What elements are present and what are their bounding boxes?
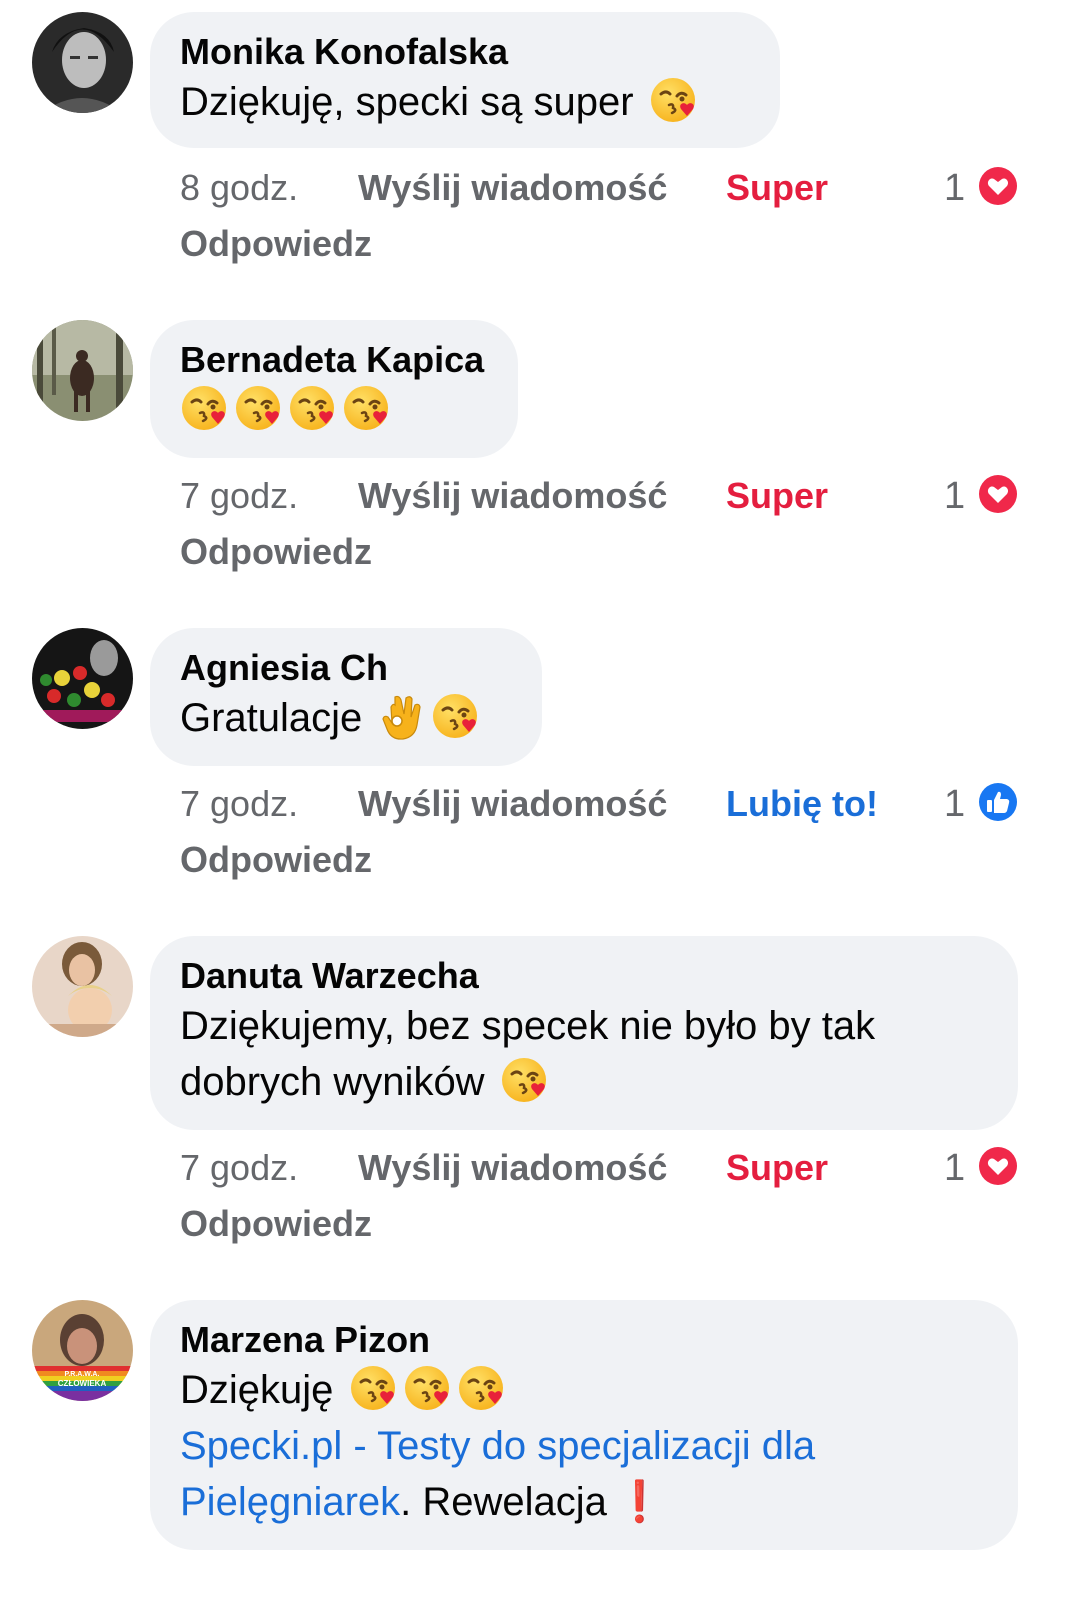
reaction-count[interactable]: 1	[944, 782, 965, 826]
comment-body: Dziękuję	[180, 1368, 334, 1412]
kissing-heart-emoji-icon	[342, 383, 392, 433]
comment-text: Gratulacje	[180, 690, 512, 746]
reaction-count[interactable]: 1	[944, 166, 965, 210]
comment-text: Dziękuję Specki.pl - Testy do specjaliza…	[180, 1362, 988, 1530]
author-name[interactable]: Monika Konofalska	[180, 30, 750, 74]
comment-body-line-1-wrap: Dziękuję	[180, 1362, 988, 1418]
comment-text: Dziękuję, specki są super	[180, 74, 750, 130]
timestamp[interactable]: 8 godz.	[180, 166, 298, 210]
reply-button[interactable]: Odpowiedz	[180, 838, 372, 882]
comment-body-line-2: dobrych wyników	[180, 1060, 485, 1104]
timestamp[interactable]: 7 godz.	[180, 1146, 298, 1190]
send-message-button[interactable]: Wyślij wiadomość	[358, 782, 667, 826]
comment-bubble: Agniesia Ch Gratulacje	[150, 628, 542, 766]
reaction-count[interactable]: 1	[944, 474, 965, 518]
avatar[interactable]	[32, 320, 133, 421]
comment-text	[176, 382, 488, 438]
reply-button[interactable]: Odpowiedz	[180, 530, 372, 574]
reply-button[interactable]: Odpowiedz	[180, 222, 372, 266]
heart-icon[interactable]	[976, 164, 1020, 208]
comment-bubble: Marzena Pizon Dziękuję Specki.pl - Testy…	[150, 1300, 1018, 1550]
timestamp[interactable]: 7 godz.	[180, 474, 298, 518]
kissing-heart-emoji-icon	[349, 1363, 399, 1413]
comment-body: Gratulacje	[180, 696, 363, 740]
reaction-button[interactable]: Lubię to!	[726, 782, 878, 826]
kissing-heart-emoji-icon	[431, 691, 481, 741]
like-icon[interactable]	[976, 780, 1020, 824]
send-message-button[interactable]: Wyślij wiadomość	[358, 166, 667, 210]
heart-icon[interactable]	[976, 1144, 1020, 1188]
ok-hand-emoji-icon	[377, 691, 427, 741]
comment-body-line-2-wrap: dobrych wyników	[180, 1054, 988, 1110]
kissing-heart-emoji-icon	[649, 75, 699, 125]
author-name[interactable]: Danuta Warzecha	[180, 954, 988, 998]
reply-button[interactable]: Odpowiedz	[180, 1202, 372, 1246]
comment-bubble: Monika Konofalska Dziękuję, specki są su…	[150, 12, 780, 148]
reaction-button[interactable]: Super	[726, 1146, 828, 1190]
author-name[interactable]: Bernadeta Kapica	[180, 338, 488, 382]
reaction-button[interactable]: Super	[726, 474, 828, 518]
reaction-button[interactable]: Super	[726, 166, 828, 210]
avatar[interactable]	[32, 628, 133, 729]
avatar-badge-line-1: P.R.A.W.A.	[65, 1371, 100, 1378]
kissing-heart-emoji-icon	[180, 383, 230, 433]
send-message-button[interactable]: Wyślij wiadomość	[358, 1146, 667, 1190]
kissing-heart-emoji-icon	[288, 383, 338, 433]
heart-icon[interactable]	[976, 472, 1020, 516]
page-link-line-2[interactable]: Pielęgniarek	[180, 1480, 400, 1524]
author-name[interactable]: Agniesia Ch	[180, 646, 512, 690]
comment-text: Dziękujemy, bez specek nie było by tak d…	[180, 998, 988, 1110]
comment-body-line-3: Pielęgniarek. Rewelacja ❗	[180, 1474, 988, 1530]
comment-body-after-link: . Rewelacja	[400, 1480, 607, 1524]
author-name[interactable]: Marzena Pizon	[180, 1318, 988, 1362]
comment-body: Dziękuję, specki są super	[180, 80, 634, 124]
kissing-heart-emoji-icon	[457, 1363, 507, 1413]
timestamp[interactable]: 7 godz.	[180, 782, 298, 826]
page-link-line-1[interactable]: Specki.pl - Testy do specjalizacji dla	[180, 1418, 988, 1474]
comment-bubble: Danuta Warzecha Dziękujemy, bez specek n…	[150, 936, 1018, 1130]
comment-bubble: Bernadeta Kapica	[150, 320, 518, 458]
avatar[interactable]	[32, 12, 133, 113]
reaction-count[interactable]: 1	[944, 1146, 965, 1190]
avatar-badge-line-2: CZŁOWIEKA	[58, 1379, 107, 1388]
exclamation-mark-icon: ❗	[614, 1480, 665, 1524]
send-message-button[interactable]: Wyślij wiadomość	[358, 474, 667, 518]
kissing-heart-emoji-icon	[500, 1055, 550, 1105]
kissing-heart-emoji-icon	[403, 1363, 453, 1413]
kissing-heart-emoji-icon	[234, 383, 284, 433]
comment-body-line-1: Dziękujemy, bez specek nie było by tak	[180, 1004, 876, 1048]
avatar[interactable]: P.R.A.W.A. CZŁOWIEKA	[32, 1300, 133, 1401]
avatar[interactable]	[32, 936, 133, 1037]
